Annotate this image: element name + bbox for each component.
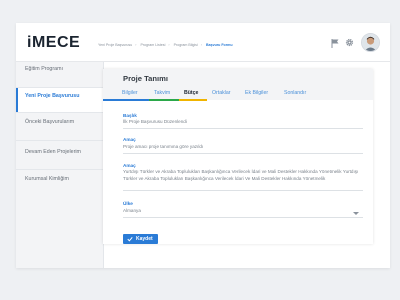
field-underline (123, 190, 363, 191)
tab-butce[interactable]: Bütçe (184, 90, 198, 96)
purpose-label: Amaç (123, 137, 136, 142)
save-button[interactable]: Kaydet (123, 234, 158, 244)
sidebar-item-label: Yeni Proje Başvurusu (25, 93, 80, 99)
purpose-description-label: Amaç (123, 163, 136, 168)
tab-sonlandir[interactable]: Sonlandır (284, 90, 306, 96)
save-button-label: Kaydet (136, 236, 153, 243)
breadcrumb-item[interactable]: Yeni Proje Başvurusu (98, 43, 132, 47)
user-photo (362, 34, 379, 51)
top-bar: iMECE Yeni Proje Başvurusu › Program List… (16, 23, 390, 62)
breadcrumb-item[interactable]: Program Bilgisi (174, 43, 198, 47)
project-definition-card: Proje Tanımı Bilgiler Takvim Bütçe Ortak… (103, 69, 373, 244)
country-label: Ülke (123, 201, 133, 206)
tab-takvim[interactable]: Takvim (154, 90, 170, 96)
breadcrumb: Yeni Proje Başvurusu › Program Listesi › P… (98, 43, 236, 47)
card-title: Proje Tanımı (123, 74, 169, 83)
flag-icon[interactable] (331, 39, 339, 48)
title-label: Başlık (123, 113, 137, 118)
tab-indicator-butce (179, 99, 207, 101)
sidebar-item-label: Kurumsal Kimliğim (25, 176, 69, 182)
tab-ortaklar[interactable]: Ortaklar (212, 90, 230, 96)
sidebar-item-label: Devam Eden Projelerim (25, 149, 81, 155)
tab-bar: Bilgiler Takvim Bütçe Ortaklar Ek Bilgil… (103, 88, 373, 101)
sidebar-item-kurumsal-kimligim[interactable]: Kurumsal Kimliğim (16, 170, 103, 196)
breadcrumb-separator: › (168, 43, 170, 47)
sidebar-item-onceki-basvurularim[interactable]: Önceki Başvurularım (16, 113, 103, 141)
check-icon (127, 237, 133, 242)
sidebar-item-egitim-programi[interactable]: Eğitim Programı (16, 62, 103, 88)
field-underline (123, 153, 363, 154)
app-logo[interactable]: iMECE (27, 34, 80, 52)
sidebar-item-yeni-proje-basvurusu[interactable]: Yeni Proje Başvurusu (16, 88, 103, 113)
tab-indicator-bilgiler (103, 99, 149, 101)
chevron-down-icon[interactable] (353, 212, 359, 215)
field-underline (123, 217, 363, 218)
purpose-field[interactable]: Proje amacı proje tanımına göre yazıldı (123, 144, 363, 151)
sidebar-item-devam-eden-projelerim[interactable]: Devam Eden Projelerim (16, 141, 103, 170)
breadcrumb-current: Başvuru Formu (205, 43, 233, 47)
sidebar-item-label: Önceki Başvurularım (25, 119, 75, 125)
purpose-description-textarea[interactable]: Yurtdışı Türkler ve Akraba Toplulukları … (123, 169, 363, 182)
breadcrumb-separator: › (200, 43, 202, 47)
sidebar-item-label: Eğitim Programı (25, 66, 63, 72)
user-avatar[interactable] (361, 33, 380, 52)
tab-bilgiler[interactable]: Bilgiler (122, 90, 138, 96)
country-select[interactable]: Almanya (123, 208, 363, 215)
gear-icon[interactable] (345, 38, 354, 47)
sidebar: Eğitim Programı Yeni Proje Başvurusu Önc… (16, 62, 104, 268)
breadcrumb-item[interactable]: Program Listesi (140, 43, 165, 47)
tab-indicator-takvim (149, 99, 179, 101)
field-underline (123, 128, 363, 129)
card-header: Proje Tanımı Bilgiler Takvim Bütçe Ortak… (103, 69, 373, 101)
tab-ek-bilgiler[interactable]: Ek Bilgiler (245, 90, 268, 96)
title-field[interactable]: İlk Proje Başvurusu Düzenlendi (123, 119, 363, 126)
breadcrumb-separator: › (135, 43, 137, 47)
